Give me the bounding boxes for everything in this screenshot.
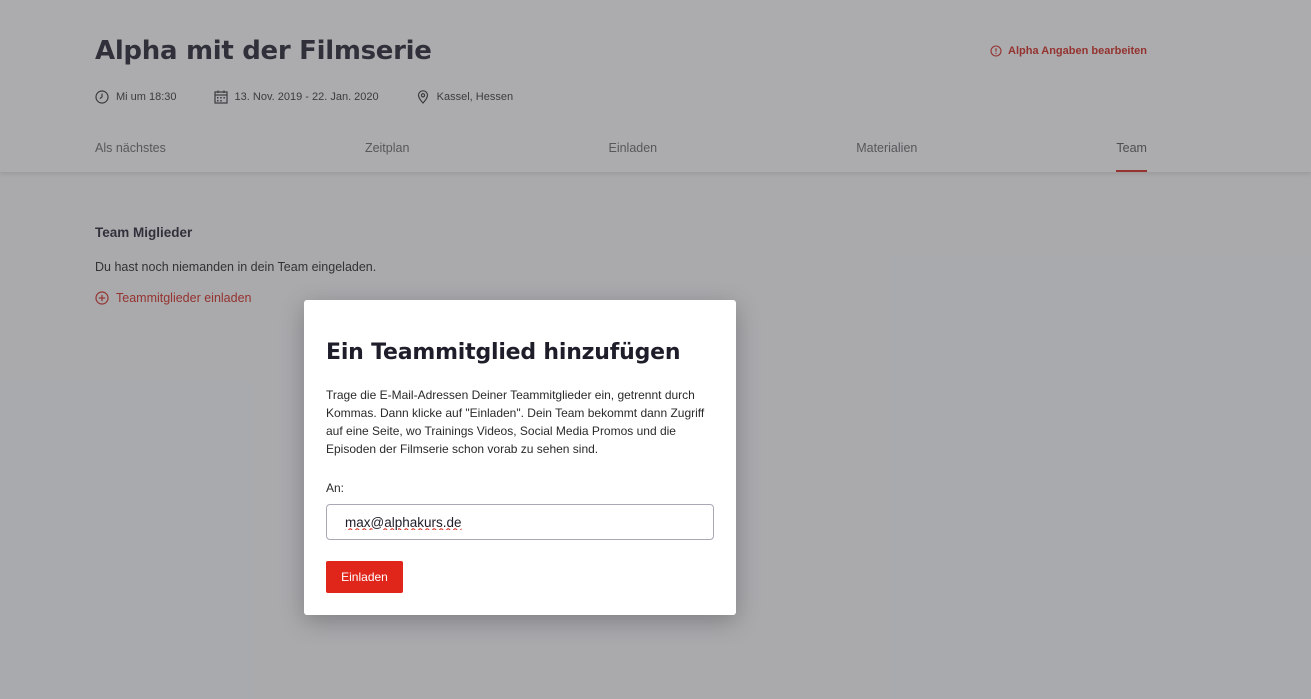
dialog-description: Trage die E-Mail-Adressen Deiner Teammit… — [326, 388, 705, 456]
to-field-label: An: — [326, 481, 345, 495]
dialog-title: Ein Teammitglied hinzufügen — [326, 340, 681, 365]
invite-button[interactable]: Einladen — [326, 561, 403, 593]
email-addresses-input[interactable] — [326, 504, 714, 540]
add-team-member-dialog: Ein Teammitglied hinzufügen Trage die E-… — [304, 300, 736, 615]
